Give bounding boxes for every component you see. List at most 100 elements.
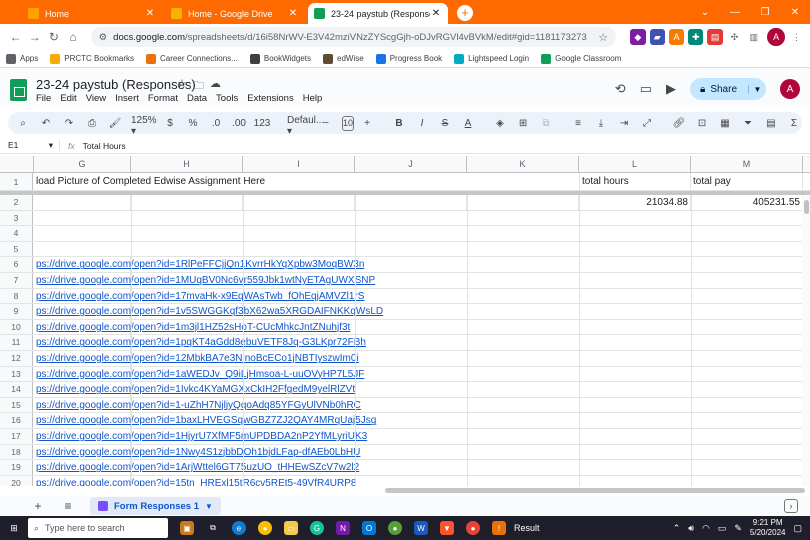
- reload-icon[interactable]: ↻: [44, 27, 63, 47]
- cell[interactable]: [131, 195, 243, 210]
- bookmark-classroom[interactable]: Google Classroom: [541, 53, 621, 64]
- all-sheets-icon[interactable]: ≡: [60, 499, 76, 513]
- notification-icon[interactable]: ▢: [793, 523, 802, 534]
- site-info-icon[interactable]: ⚙: [99, 32, 108, 43]
- word-icon[interactable]: W: [414, 521, 428, 535]
- menu-insert[interactable]: Insert: [115, 93, 139, 104]
- comment-icon[interactable]: ▭: [640, 81, 652, 97]
- meet-video-icon[interactable]: ▶: [666, 81, 676, 97]
- cell[interactable]: [34, 195, 131, 210]
- drive-link-cell[interactable]: ps://drive.google.com/open?id=15tn_HRExl…: [34, 475, 356, 486]
- bookmark-career[interactable]: Career Connections...: [146, 53, 238, 64]
- bookmark-progress-book[interactable]: Progress Book: [375, 53, 442, 64]
- row-header[interactable]: 5: [0, 241, 33, 257]
- insert-chart-icon[interactable]: ▦: [718, 115, 732, 131]
- add-sheet-icon[interactable]: +: [30, 499, 46, 513]
- sidepanel-icon[interactable]: ▥: [746, 29, 762, 45]
- row-header[interactable]: 11: [0, 335, 33, 350]
- undo-icon[interactable]: ↶: [39, 115, 53, 131]
- insert-comment-icon[interactable]: ⊡: [695, 115, 709, 131]
- taskbar-clock[interactable]: 9:21 PM 5/20/2024: [750, 518, 786, 538]
- percent-format-button[interactable]: %: [186, 115, 200, 131]
- row-header[interactable]: 12: [0, 351, 33, 366]
- cell[interactable]: [243, 195, 355, 210]
- vertical-scrollbar[interactable]: [802, 196, 810, 486]
- new-tab-button[interactable]: +: [457, 5, 473, 21]
- plus-icon[interactable]: +: [360, 115, 374, 131]
- row-header[interactable]: 16: [0, 413, 33, 428]
- cell[interactable]: [467, 195, 579, 210]
- merge-cells-icon[interactable]: ⧉: [539, 115, 553, 131]
- extension-icon[interactable]: A: [668, 29, 685, 45]
- cell-m1[interactable]: total pay: [691, 173, 803, 190]
- row-header[interactable]: 19: [0, 460, 33, 475]
- edge-icon[interactable]: e: [232, 521, 246, 535]
- drive-link-cell[interactable]: ps://drive.google.com/open?id=1Nwy4S1zjb…: [34, 444, 360, 460]
- search-menus-icon[interactable]: ⌕: [16, 115, 30, 131]
- menu-extensions[interactable]: Extensions: [247, 93, 293, 104]
- chevron-up-icon[interactable]: ⌃: [673, 523, 681, 534]
- battery-icon[interactable]: ▭: [718, 523, 727, 534]
- row-header[interactable]: 10: [0, 319, 33, 335]
- drive-link-cell[interactable]: ps://drive.google.com/open?id=1HjyrU7XfM…: [34, 429, 367, 444]
- column-header-i[interactable]: I: [243, 156, 355, 173]
- menu-format[interactable]: Format: [148, 93, 178, 104]
- cell-l1[interactable]: total hours: [579, 173, 691, 190]
- formula-input[interactable]: Total Hours: [83, 141, 126, 151]
- windows-start-icon[interactable]: ⊞: [0, 516, 28, 540]
- row-header[interactable]: 20: [0, 475, 33, 486]
- column-header-g[interactable]: G: [34, 156, 131, 173]
- functions-button[interactable]: Σ: [787, 115, 801, 131]
- vertical-scroll-thumb[interactable]: [804, 200, 809, 214]
- menu-data[interactable]: Data: [187, 93, 207, 104]
- drive-link-cell[interactable]: ps://drive.google.com/open?id=1ArjWttel6…: [34, 460, 359, 475]
- name-box[interactable]: E1 ▾: [0, 140, 60, 151]
- drive-link-cell[interactable]: ps://drive.google.com/open?id=1m3jl1HZ52…: [34, 319, 350, 335]
- number-format-button[interactable]: 123: [254, 115, 271, 131]
- menu-edit[interactable]: Edit: [60, 93, 76, 104]
- row-header[interactable]: 7: [0, 273, 33, 288]
- back-arrow-icon[interactable]: ←: [6, 27, 25, 47]
- drive-link-cell[interactable]: ps://drive.google.com/open?id=17mvaHk-x9…: [34, 288, 364, 304]
- browser-tab-sheets[interactable]: 23-24 paystub (Responses) - Google Sheet…: [308, 3, 448, 24]
- share-button[interactable]: 🔒︎ Share ▼: [690, 78, 766, 100]
- decrease-decimal-button[interactable]: .0: [209, 115, 223, 131]
- menu-tools[interactable]: Tools: [216, 93, 238, 104]
- cell[interactable]: [355, 195, 467, 210]
- filter-icon[interactable]: ⏷: [741, 115, 755, 131]
- user-avatar[interactable]: A: [780, 79, 800, 99]
- address-bar[interactable]: ⚙ docs.google.com /spreadsheets/d/16i58N…: [90, 27, 617, 47]
- bookmark-lightspeed[interactable]: Lightspeed Login: [454, 53, 529, 64]
- bookmark-apps[interactable]: Apps: [6, 53, 38, 64]
- font-select[interactable]: Defaul... ▾: [287, 115, 324, 137]
- restore-icon[interactable]: ❐: [750, 0, 780, 24]
- row-header[interactable]: 1: [0, 173, 33, 190]
- row-header[interactable]: 14: [0, 382, 33, 397]
- print-icon[interactable]: ⎙: [85, 115, 99, 131]
- menu-file[interactable]: File: [36, 93, 51, 104]
- chrome-active-icon[interactable]: ●: [466, 521, 480, 535]
- drive-link-cell[interactable]: ps://drive.google.com/open?id=12MbkBA7e3…: [34, 351, 359, 366]
- drive-link-cell[interactable]: ps://drive.google.com/open?id=1Ivkc4KYaM…: [34, 382, 355, 397]
- drive-link-cell[interactable]: ps://drive.google.com/open?id=1MUqBV0Nc6…: [34, 273, 375, 288]
- volume-icon[interactable]: 🔊︎: [688, 523, 694, 534]
- align-left-icon[interactable]: ≡: [571, 115, 585, 131]
- onenote-icon[interactable]: N: [336, 521, 350, 535]
- drive-link-cell[interactable]: ps://drive.google.com/open?id=1-uZhH7Njl…: [34, 397, 361, 413]
- home-icon[interactable]: ⌂: [63, 27, 82, 47]
- drive-link-cell[interactable]: ps://drive.google.com/open?id=1pqKT4aGdd…: [34, 335, 366, 350]
- app-icon[interactable]: ●: [388, 521, 402, 535]
- document-title[interactable]: 23-24 paystub (Responses): [36, 77, 196, 92]
- extension-icon[interactable]: ▤: [707, 29, 723, 45]
- drive-link-cell[interactable]: ps://drive.google.com/open?id=1RlPeFFCjj…: [34, 257, 364, 272]
- close-icon[interactable]: ✕: [144, 8, 156, 19]
- browser-tab-drive[interactable]: Home - Google Drive ✕: [165, 3, 305, 24]
- column-header-h[interactable]: H: [131, 156, 243, 173]
- close-icon[interactable]: ✕: [430, 8, 442, 19]
- more-vert-icon[interactable]: ⋮: [788, 29, 805, 45]
- chevron-down-icon[interactable]: ⌄: [690, 0, 720, 24]
- cell-l2[interactable]: 21034.88: [579, 195, 691, 210]
- strikethrough-icon[interactable]: S: [438, 115, 452, 131]
- minimize-icon[interactable]: —: [720, 0, 750, 24]
- row-header[interactable]: 18: [0, 444, 33, 460]
